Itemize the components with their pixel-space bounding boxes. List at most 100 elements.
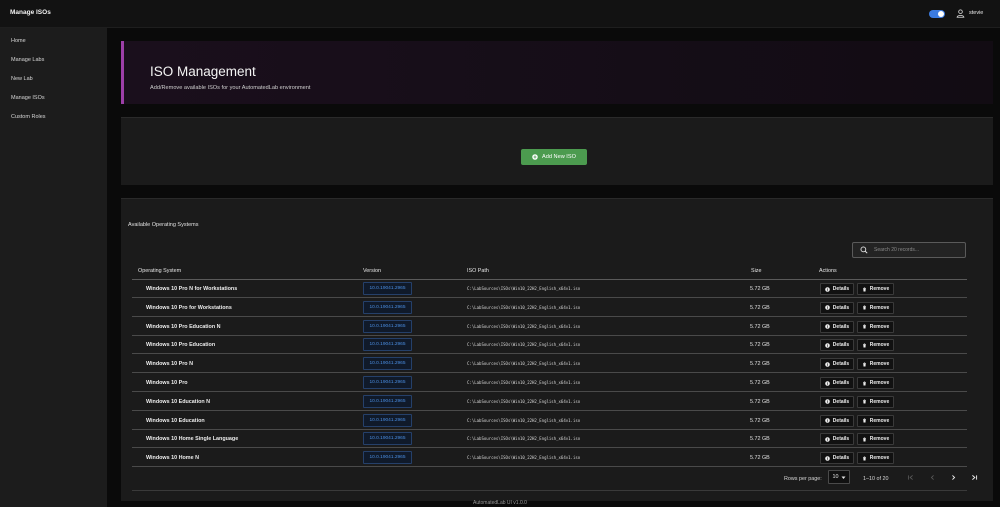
version-chip: 10.0.19041.2965: [363, 357, 412, 371]
info-circle-icon: [824, 361, 830, 367]
details-label: Details: [832, 323, 850, 330]
table-row: Windows 10 Home Single Language 10.0.1904…: [132, 430, 967, 449]
sidebar-item-manage-isos[interactable]: Manage ISOs: [11, 95, 45, 101]
details-button[interactable]: Details: [820, 283, 854, 295]
remove-button[interactable]: Remove: [857, 414, 894, 427]
details-button[interactable]: Details: [820, 433, 854, 446]
remove-label: Remove: [869, 304, 890, 311]
os-name: Windows 10 Home N: [146, 455, 199, 462]
chevron-left-icon: [930, 474, 934, 480]
first-page-button[interactable]: [904, 471, 916, 483]
remove-button[interactable]: Remove: [857, 283, 894, 295]
table-row: Windows 10 Pro N 10.0.19041.2965 C:\LabSou…: [132, 355, 967, 374]
page-subtitle: Add/Remove available ISOs for your Autom…: [150, 85, 311, 91]
iso-path: C:\LabSources\ISOs\Win10_22H2_English_x6…: [467, 398, 581, 404]
remove-button[interactable]: Remove: [857, 358, 894, 371]
column-header-iso-path[interactable]: ISO Path: [467, 268, 489, 274]
iso-size: 5.72 GB: [750, 436, 770, 443]
main-content: ISO Management Add/Remove available ISOs…: [107, 28, 1000, 507]
search-box[interactable]: [852, 242, 966, 258]
column-header-version[interactable]: Version: [363, 268, 381, 274]
info-circle-icon: [824, 324, 830, 329]
details-button[interactable]: Details: [820, 358, 854, 371]
pager-divider: [132, 490, 967, 491]
account-icon[interactable]: [956, 9, 965, 18]
add-new-iso-button[interactable]: Add New ISO: [521, 149, 587, 165]
column-header-os[interactable]: Operating System: [138, 268, 181, 274]
user-name[interactable]: stevie: [969, 10, 983, 16]
iso-size: 5.72 GB: [750, 455, 770, 462]
iso-path: C:\LabSources\ISOs\Win10_22H2_English_x6…: [467, 361, 581, 367]
rows-per-page-select[interactable]: 10: [828, 470, 850, 484]
remove-button[interactable]: Remove: [857, 339, 894, 352]
app-title: Manage ISOs: [10, 9, 51, 16]
trash-icon: [862, 324, 866, 329]
remove-button[interactable]: Remove: [857, 377, 894, 389]
details-label: Details: [832, 398, 850, 405]
table-row: Windows 10 Home N 10.0.19041.2965 C:\LabSo…: [132, 449, 967, 468]
trash-icon: [862, 287, 866, 291]
details-button[interactable]: Details: [820, 414, 854, 427]
iso-table-card: Available Operating Systems Operating Sy…: [121, 198, 993, 501]
search-input[interactable]: [874, 245, 962, 255]
version-chip: 10.0.19041.2965: [363, 376, 412, 389]
os-name: Windows 10 Pro Education: [146, 342, 216, 349]
next-page-button[interactable]: [947, 471, 959, 483]
last-page-button[interactable]: [968, 471, 980, 483]
remove-label: Remove: [869, 436, 890, 443]
info-circle-icon: [824, 418, 830, 423]
os-name: Windows 10 Pro N for Workstations: [146, 286, 238, 292]
iso-path: C:\LabSources\ISOs\Win10_22H2_English_x6…: [467, 380, 581, 385]
table-row: Windows 10 Pro 10.0.19041.2965 C:\LabSourc…: [132, 374, 967, 392]
remove-button[interactable]: Remove: [857, 320, 894, 333]
remove-button[interactable]: Remove: [857, 395, 894, 408]
os-name: Windows 10 Pro: [146, 380, 188, 386]
details-label: Details: [832, 304, 850, 311]
iso-path: C:\LabSources\ISOs\Win10_22H2_English_x6…: [467, 323, 581, 329]
remove-label: Remove: [869, 455, 890, 462]
os-name: Windows 10 Pro N: [146, 361, 193, 368]
details-button[interactable]: Details: [820, 452, 854, 465]
remove-label: Remove: [869, 361, 890, 368]
details-label: Details: [832, 455, 850, 462]
remove-button[interactable]: Remove: [857, 433, 894, 446]
sidebar-item-new-lab[interactable]: New Lab: [11, 76, 33, 82]
theme-toggle[interactable]: [929, 10, 945, 18]
details-label: Details: [832, 286, 850, 292]
remove-label: Remove: [869, 286, 890, 292]
os-name: Windows 10 Education: [146, 417, 205, 424]
remove-button[interactable]: Remove: [857, 452, 894, 465]
sidebar-item-home[interactable]: Home: [11, 38, 26, 44]
details-button[interactable]: Details: [820, 395, 854, 408]
version-chip: 10.0.19041.2965: [363, 413, 412, 427]
info-circle-icon: [824, 343, 830, 348]
rows-per-page-value: 10: [832, 474, 839, 480]
iso-path: C:\LabSources\ISOs\Win10_22H2_English_x6…: [467, 342, 581, 348]
details-button[interactable]: Details: [820, 320, 854, 333]
version-chip: 10.0.19041.2965: [363, 338, 412, 352]
previous-page-button[interactable]: [926, 471, 938, 483]
column-header-size[interactable]: Size: [751, 268, 762, 274]
details-button[interactable]: Details: [820, 301, 854, 314]
info-circle-icon: [824, 455, 830, 461]
info-circle-icon: [824, 380, 830, 386]
table-row: Windows 10 Pro N for Workstations 10.0.19…: [132, 280, 967, 298]
sidebar-item-manage-labs[interactable]: Manage Labs: [11, 57, 44, 63]
details-button[interactable]: Details: [820, 377, 854, 389]
iso-path: C:\LabSources\ISOs\Win10_22H2_English_x6…: [467, 436, 581, 442]
details-button[interactable]: Details: [820, 339, 854, 352]
info-circle-icon: [824, 305, 830, 311]
caret-down-icon: [841, 476, 845, 479]
sidebar-item-custom-roles[interactable]: Custom Roles: [11, 114, 46, 120]
details-label: Details: [832, 380, 850, 386]
info-circle-icon: [824, 399, 830, 405]
os-name: Windows 10 Pro Education N: [146, 323, 221, 330]
version-chip: 10.0.19041.2965: [363, 319, 412, 333]
details-label: Details: [832, 361, 850, 368]
info-circle-icon: [824, 286, 830, 292]
column-header-actions: Actions: [819, 268, 837, 274]
remove-button[interactable]: Remove: [857, 301, 894, 314]
add-new-iso-label: Add New ISO: [542, 154, 576, 160]
iso-path: C:\LabSources\ISOs\Win10_22H2_English_x6…: [467, 304, 581, 310]
rows-per-page-label: Rows per page:: [784, 476, 822, 482]
